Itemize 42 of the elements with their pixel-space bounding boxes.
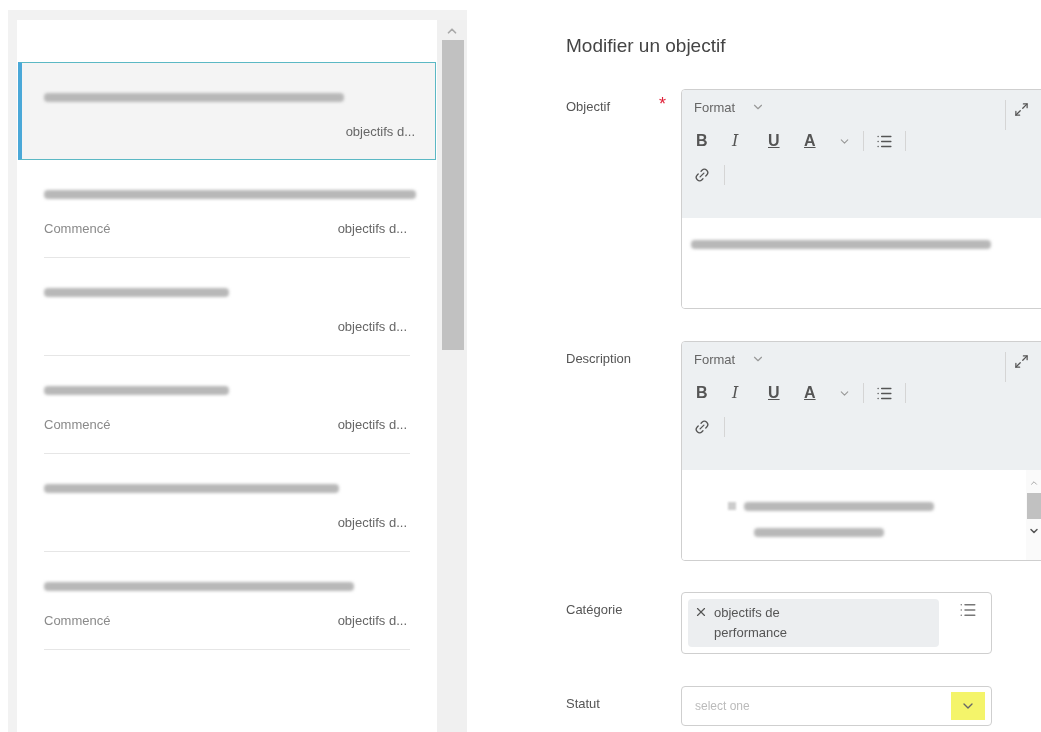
format-button[interactable]: B (694, 381, 730, 405)
field-label: Statut (566, 694, 600, 713)
field-label: Objectif (566, 97, 611, 116)
chip-label: objectifs de performance (714, 603, 788, 642)
format-button[interactable]: U (766, 129, 802, 153)
scrollbar[interactable] (1026, 469, 1041, 560)
format-button[interactable]: A (802, 129, 838, 153)
expand-icon[interactable] (1014, 101, 1029, 117)
rich-text-editor[interactable]: Format B I U A (681, 340, 1041, 561)
category-text: objectifs d... (337, 318, 407, 336)
format-button[interactable]: U (766, 381, 802, 405)
select-placeholder: select one (695, 697, 750, 715)
goal-list-item[interactable]: Commencé objectifs d... (44, 356, 410, 454)
status-text: Commencé (44, 612, 111, 630)
form-title: Modifier un objectif (566, 34, 727, 58)
category-text: objectifs d... (337, 514, 407, 532)
format-button[interactable]: A (802, 381, 838, 405)
category-text: objectifs d... (345, 123, 415, 141)
category-field[interactable]: objectifs de performance (681, 591, 992, 654)
required-mark: * (659, 94, 666, 113)
field-label: Description (566, 349, 632, 368)
goal-list-item[interactable]: objectifs d... (18, 62, 436, 160)
field-label: Catégorie (566, 600, 623, 619)
category-text: objectifs d... (337, 416, 407, 434)
blurred-bullet (728, 502, 736, 510)
goal-list-item[interactable]: Commencé objectifs d... (44, 160, 410, 258)
goal-list-item[interactable]: objectifs d... (44, 258, 410, 356)
scroll-thumb[interactable] (1027, 492, 1041, 519)
expand-icon[interactable] (1014, 353, 1029, 369)
status-text: Commencé (44, 220, 111, 238)
category-text: objectifs d... (337, 612, 407, 630)
goal-list-item[interactable]: objectifs d... (44, 454, 410, 552)
format-button[interactable]: I (730, 381, 766, 405)
rich-text-editor[interactable]: Format B I U A (681, 88, 1041, 309)
scroll-thumb[interactable] (442, 40, 464, 350)
format-dropdown[interactable]: Format (694, 97, 766, 117)
format-button[interactable]: I (730, 129, 766, 153)
category-text: objectifs d... (337, 220, 407, 238)
goal-list-item[interactable]: Commencé objectifs d... (44, 552, 410, 650)
status-text: Commencé (44, 416, 111, 434)
format-button[interactable]: B (694, 129, 730, 153)
format-dropdown[interactable]: Format (694, 349, 766, 369)
